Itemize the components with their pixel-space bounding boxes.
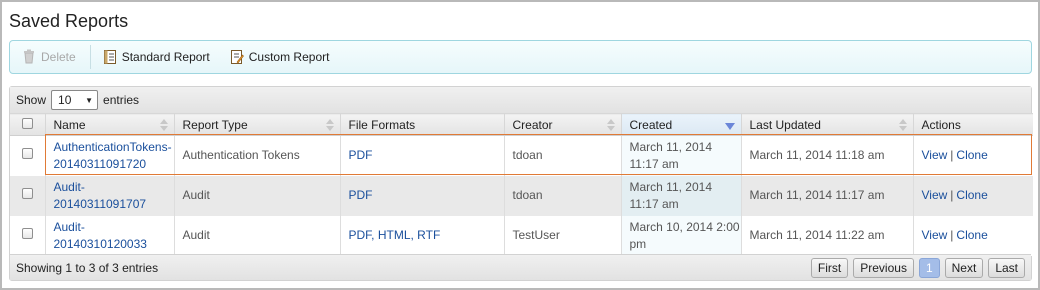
report-name-cell: AuthenticationTokens- 20140311091720 <box>45 135 175 176</box>
column-header-actions: Actions <box>913 113 1033 136</box>
saved-reports-panel: Saved Reports Delete Standard Report Cus… <box>0 0 1040 290</box>
actions-cell: View | Clone <box>913 135 1033 176</box>
show-label: Show <box>16 93 47 107</box>
report-name-cell: Audit- 20140311091707 <box>45 175 175 216</box>
row-checkbox[interactable] <box>22 148 33 160</box>
clone-link[interactable]: Clone <box>956 228 987 242</box>
last-updated-cell: March 11, 2014 11:17 am <box>741 175 914 216</box>
custom-report-label: Custom Report <box>248 50 330 64</box>
report-type-cell: Audit <box>174 215 341 256</box>
table-info: Showing 1 to 3 of 3 entries <box>16 260 159 275</box>
report-type-cell: Audit <box>174 175 341 216</box>
select-all-header <box>10 113 46 136</box>
report-name-cell: Audit- 20140310120033 <box>45 215 175 256</box>
row-checkbox[interactable] <box>22 228 33 239</box>
created-cell: March 11, 2014 11:17 am <box>621 175 742 216</box>
actions-cell: View | Clone <box>913 175 1033 216</box>
view-link[interactable]: View <box>922 188 948 202</box>
row-select-cell <box>10 215 46 256</box>
created-cell: March 10, 2014 2:00 pm <box>621 215 742 256</box>
row-checkbox[interactable] <box>22 188 33 199</box>
column-label: File Formats <box>348 117 416 132</box>
creator-cell: tdoan <box>504 135 622 176</box>
last-page-button[interactable]: Last <box>988 258 1025 278</box>
creator-cell: TestUser <box>504 215 622 256</box>
first-page-button[interactable]: First <box>810 258 849 278</box>
column-header-report-type[interactable]: Report Type <box>174 113 341 136</box>
file-format-link[interactable]: PDF <box>349 188 373 202</box>
pagination: First Previous 1 Next Last <box>810 258 1025 278</box>
last-updated-cell: March 11, 2014 11:22 am <box>741 215 914 256</box>
column-label: Creator <box>512 117 553 132</box>
column-label: Report Type <box>182 117 248 132</box>
report-type-cell: Authentication Tokens <box>174 135 341 176</box>
page-title: Saved Reports <box>9 11 129 31</box>
previous-page-button[interactable]: Previous <box>853 258 914 278</box>
sort-icon <box>898 118 907 132</box>
toolbar-divider <box>89 45 91 69</box>
view-link[interactable]: View <box>922 228 948 242</box>
column-header-last-updated[interactable]: Last Updated <box>741 113 914 136</box>
report-name-link[interactable]: AuthenticationTokens- 20140311091720 <box>54 140 172 171</box>
column-header-name[interactable]: Name <box>45 113 175 136</box>
column-label: Last Updated <box>749 117 821 132</box>
sort-descending-icon <box>724 123 735 130</box>
actions-cell: View | Clone <box>913 215 1033 256</box>
delete-label: Delete <box>41 50 76 64</box>
reports-grid: Show 10 ▼ entries Name Report Type File … <box>9 86 1033 281</box>
report-name-link[interactable]: Audit- 20140310120033 <box>54 220 147 251</box>
trash-icon <box>24 49 34 64</box>
grid-footer: Showing 1 to 3 of 3 entries First Previo… <box>10 254 1031 280</box>
file-formats-cell: PDF <box>340 135 505 176</box>
action-separator: | <box>950 188 954 202</box>
clone-link[interactable]: Clone <box>956 148 987 162</box>
action-separator: | <box>950 148 954 163</box>
column-header-file-formats[interactable]: File Formats <box>340 113 505 136</box>
page-size-value: 10 <box>58 93 72 107</box>
standard-report-label: Standard Report <box>121 50 210 64</box>
column-label: Created <box>629 117 673 132</box>
toolbar: Delete Standard Report Custom Report <box>9 40 1032 74</box>
column-label: Actions <box>921 117 961 132</box>
action-separator: | <box>950 228 954 242</box>
table-header-row: Name Report Type File Formats Creator Cr… <box>10 113 1033 136</box>
last-updated-cell: March 11, 2014 11:18 am <box>741 135 914 176</box>
report-icon <box>103 50 116 64</box>
column-label: Name <box>53 117 86 132</box>
sort-icon <box>159 118 168 132</box>
sort-icon <box>606 118 615 132</box>
select-all-checkbox[interactable] <box>22 117 33 129</box>
table-row[interactable]: AuthenticationTokens- 20140311091720 Auth… <box>10 135 1033 176</box>
custom-report-icon <box>230 50 244 64</box>
column-header-creator[interactable]: Creator <box>504 113 622 136</box>
row-select-cell <box>10 135 46 176</box>
grid-length-bar: Show 10 ▼ entries <box>10 87 1031 113</box>
creator-cell: tdoan <box>504 175 622 216</box>
standard-report-button[interactable]: Standard Report <box>103 45 210 69</box>
row-select-cell <box>10 175 46 216</box>
custom-report-button[interactable]: Custom Report <box>230 45 330 69</box>
clone-link[interactable]: Clone <box>956 188 987 202</box>
sort-icon <box>325 118 334 132</box>
report-name-link[interactable]: Audit- 20140311091707 <box>54 180 147 211</box>
delete-button[interactable]: Delete <box>22 45 76 69</box>
current-page-button[interactable]: 1 <box>918 258 940 278</box>
table-row[interactable]: Audit- 20140311091707 Audit PDF tdoan Mar… <box>10 175 1033 216</box>
created-cell: March 11, 2014 11:17 am <box>621 135 742 176</box>
page-size-select[interactable]: 10 ▼ <box>51 90 99 110</box>
chevron-down-icon: ▼ <box>85 95 94 105</box>
file-format-link[interactable]: PDF, HTML, RTF <box>349 228 441 242</box>
file-formats-cell: PDF <box>340 175 505 216</box>
entries-label: entries <box>103 93 140 107</box>
column-header-created[interactable]: Created <box>621 113 742 136</box>
file-formats-cell: PDF, HTML, RTF <box>340 215 505 256</box>
file-format-link[interactable]: PDF <box>349 148 373 162</box>
view-link[interactable]: View <box>922 148 948 162</box>
table-row[interactable]: Audit- 20140310120033 Audit PDF, HTML, RT… <box>10 215 1033 256</box>
reports-table: Name Report Type File Formats Creator Cr… <box>10 113 1033 256</box>
next-page-button[interactable]: Next <box>944 258 984 278</box>
